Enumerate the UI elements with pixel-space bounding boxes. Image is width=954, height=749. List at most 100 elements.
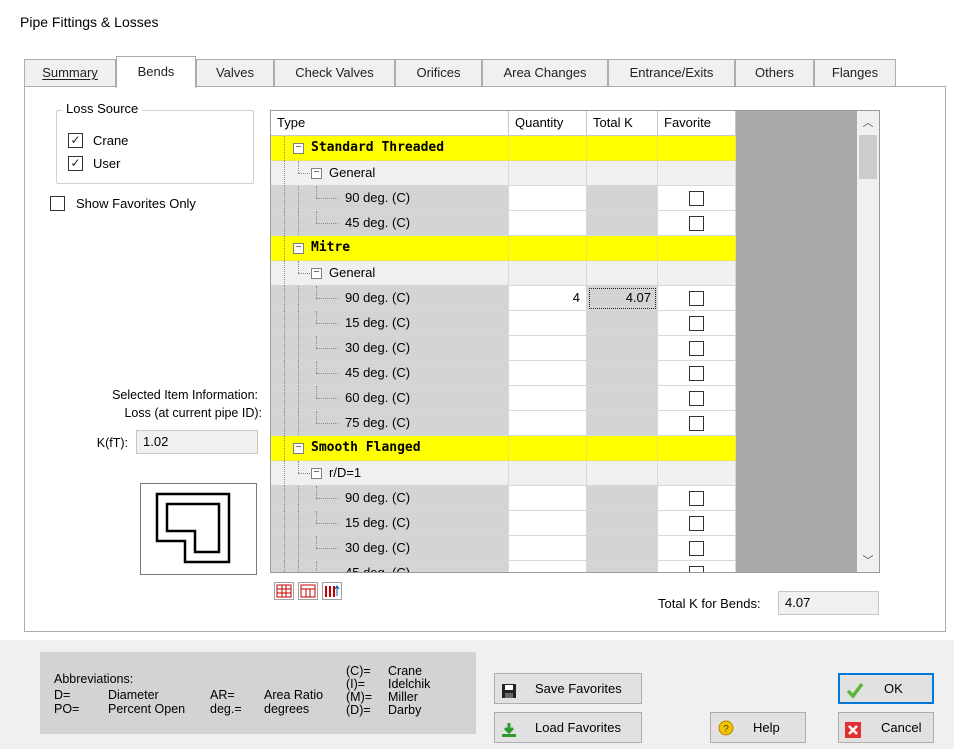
type-cell[interactable]: − General [271,261,509,286]
table-row[interactable]: 15 deg. (C) [271,511,736,536]
favorite-checkbox[interactable] [689,341,704,356]
type-cell[interactable]: − Standard Threaded [271,136,509,161]
abbr-ar-val: Area Ratio [264,688,324,702]
table-row[interactable]: 45 deg. (C) [271,561,736,572]
type-cell[interactable]: 30 deg. (C) [271,336,509,361]
tab-orifices[interactable]: Orifices [395,59,482,87]
table-row[interactable]: 15 deg. (C) [271,311,736,336]
type-cell[interactable]: 90 deg. (C) [271,286,509,311]
collapse-icon[interactable]: − [293,143,304,154]
quantity-cell[interactable] [509,211,587,236]
type-cell[interactable]: 45 deg. (C) [271,561,509,572]
header-quantity[interactable]: Quantity [509,111,587,136]
type-cell[interactable]: 75 deg. (C) [271,411,509,436]
favorite-checkbox[interactable] [689,216,704,231]
type-cell[interactable]: − r/D=1 [271,461,509,486]
user-checkbox[interactable]: ✓ [68,156,83,171]
table-row[interactable]: 30 deg. (C) [271,536,736,561]
quantity-cell[interactable] [509,411,587,436]
favorite-checkbox[interactable] [689,541,704,556]
grid-toolbar-expand-icon[interactable] [274,582,294,600]
type-cell[interactable]: 30 deg. (C) [271,536,509,561]
collapse-icon[interactable]: − [311,468,322,479]
quantity-cell[interactable] [509,361,587,386]
table-row[interactable]: 30 deg. (C) [271,336,736,361]
favorite-checkbox[interactable] [689,291,704,306]
quantity-cell[interactable] [509,511,587,536]
table-row[interactable]: 90 deg. (C) 4 4.07 [271,286,736,311]
crane-checkbox[interactable]: ✓ [68,133,83,148]
save-favorites-button[interactable]: Save Favorites [494,673,642,704]
tab-valves[interactable]: Valves [196,59,274,87]
type-cell[interactable]: − General [271,161,509,186]
header-type[interactable]: Type [271,111,509,136]
favorite-checkbox[interactable] [689,516,704,531]
favorite-checkbox[interactable] [689,366,704,381]
quantity-cell[interactable]: 4 [509,286,587,311]
type-cell[interactable]: 90 deg. (C) [271,486,509,511]
tab-check-valves[interactable]: Check Valves [274,59,395,87]
collapse-icon[interactable]: − [311,168,322,179]
collapse-icon[interactable]: − [293,243,304,254]
help-button[interactable]: ? Help [710,712,806,743]
quantity-cell[interactable] [509,336,587,361]
cancel-button[interactable]: Cancel [838,712,934,743]
type-cell[interactable]: − Smooth Flanged [271,436,509,461]
load-favorites-button[interactable]: Load Favorites [494,712,642,743]
quantity-cell[interactable] [509,536,587,561]
tab-flanges[interactable]: Flanges [814,59,896,87]
favorite-checkbox[interactable] [689,191,704,206]
group-row[interactable]: − Standard Threaded [271,136,736,161]
type-cell[interactable]: − Mitre [271,236,509,261]
ok-button[interactable]: OK [838,673,934,704]
favorite-checkbox[interactable] [689,491,704,506]
tab-bends[interactable]: Bends [116,56,196,88]
collapse-icon[interactable]: − [311,268,322,279]
table-row[interactable]: 45 deg. (C) [271,361,736,386]
tree-line [298,311,299,336]
subgroup-row[interactable]: − General [271,261,736,286]
table-row[interactable]: 60 deg. (C) [271,386,736,411]
type-cell[interactable]: 90 deg. (C) [271,186,509,211]
tab-others[interactable]: Others [735,59,814,87]
scroll-thumb[interactable] [859,135,877,179]
grid-scrollbar[interactable]: ︿ ﹀ [857,111,879,572]
favorite-checkbox[interactable] [689,391,704,406]
type-cell[interactable]: 45 deg. (C) [271,211,509,236]
group-row[interactable]: − Smooth Flanged [271,436,736,461]
favorite-checkbox[interactable] [689,316,704,331]
tab-area-changes[interactable]: Area Changes [482,59,608,87]
header-total-k[interactable]: Total K [587,111,658,136]
subgroup-row[interactable]: − r/D=1 [271,461,736,486]
type-cell[interactable]: 15 deg. (C) [271,511,509,536]
quantity-cell[interactable] [509,561,587,572]
quantity-cell [509,436,587,461]
tree-line [316,323,338,324]
header-favorite[interactable]: Favorite [658,111,736,136]
scroll-up-arrow-icon[interactable]: ︿ [857,113,879,133]
type-cell[interactable]: 45 deg. (C) [271,361,509,386]
fittings-grid[interactable]: Type Quantity Total K Favorite − Standard… [270,110,880,573]
quantity-cell[interactable] [509,386,587,411]
quantity-cell[interactable] [509,311,587,336]
type-cell[interactable]: 15 deg. (C) [271,311,509,336]
table-row[interactable]: 90 deg. (C) [271,186,736,211]
favorite-checkbox[interactable] [689,566,704,572]
grid-toolbar-collapse-icon[interactable] [298,582,318,600]
quantity-cell[interactable] [509,486,587,511]
table-row[interactable]: 75 deg. (C) [271,411,736,436]
show-favorites-checkbox[interactable] [50,196,65,211]
table-row[interactable]: 90 deg. (C) [271,486,736,511]
group-row[interactable]: − Mitre [271,236,736,261]
favorite-checkbox[interactable] [689,416,704,431]
scroll-down-arrow-icon[interactable]: ﹀ [857,551,879,571]
subgroup-row[interactable]: − General [271,161,736,186]
table-row[interactable]: 45 deg. (C) [271,211,736,236]
tab-entrance-exits[interactable]: Entrance/Exits [608,59,735,87]
tab-summary[interactable]: Summary [24,59,116,87]
grid-toolbar-sort-icon[interactable] [322,582,342,600]
type-cell[interactable]: 60 deg. (C) [271,386,509,411]
tree-line [298,511,299,536]
collapse-icon[interactable]: − [293,443,304,454]
quantity-cell[interactable] [509,186,587,211]
